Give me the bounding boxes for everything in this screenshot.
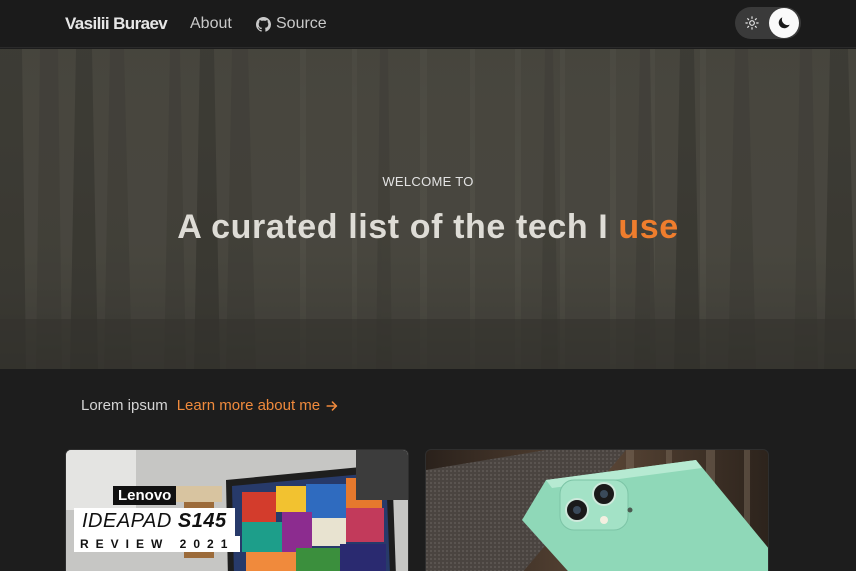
card-review-label: REVIEW 2021 (74, 536, 241, 552)
card-lenovo-review[interactable]: Lenovo IDEAPAD S145 REVIEW 2021 (65, 449, 409, 571)
hero-title: A curated list of the tech I use (0, 208, 856, 247)
github-icon (256, 16, 271, 32)
hero-title-main: A curated list of the tech I (177, 208, 619, 246)
sun-icon (745, 16, 759, 30)
moon-icon (778, 17, 790, 29)
hero-kicker: WELCOME TO (382, 174, 474, 189)
intro-line: Lorem ipsum Learn more about me (81, 397, 339, 414)
brand-link[interactable]: Vasilii Buraev (65, 14, 168, 34)
nav-source-link[interactable]: Source (256, 15, 327, 33)
card-model-suffix: S145 (177, 510, 227, 532)
card-brand-label: Lenovo (113, 486, 177, 505)
learn-more-link[interactable]: Learn more about me (177, 397, 339, 414)
card-model-prefix: IDEAPAD (82, 510, 178, 532)
toggle-knob (769, 8, 799, 38)
intro-text: Lorem ipsum (81, 397, 168, 414)
card-model-label: IDEAPAD S145 (74, 508, 235, 536)
nav-about-link[interactable]: About (190, 15, 232, 33)
top-navbar: Vasilii Buraev About Source (0, 0, 856, 48)
nav-source-label: Source (276, 15, 327, 32)
theme-toggle[interactable] (735, 7, 801, 39)
card-smartphone[interactable] (425, 449, 769, 571)
hero-banner: WELCOME TO A curated list of the tech I … (0, 49, 856, 369)
arrow-right-icon (326, 400, 338, 411)
learn-more-label: Learn more about me (176, 397, 321, 414)
green-smartphone-image (426, 450, 768, 571)
hero-title-accent: use (618, 208, 679, 246)
